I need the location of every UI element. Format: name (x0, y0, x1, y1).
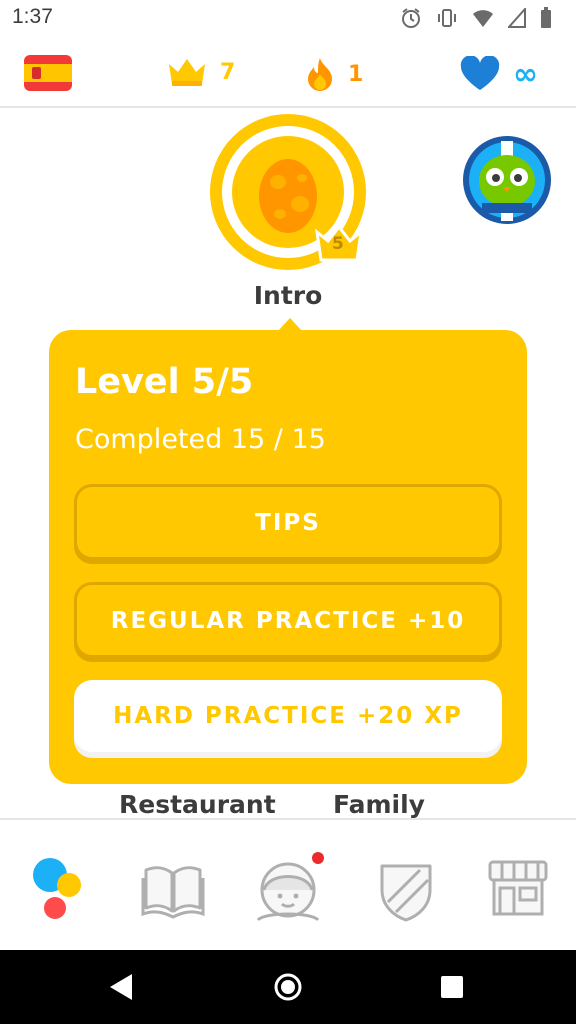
book-icon (141, 866, 205, 919)
owl-icon (463, 136, 551, 224)
hearts-count: ∞ (513, 56, 538, 92)
learn-icon (33, 858, 81, 919)
hearts-counter[interactable]: ∞ (459, 56, 538, 92)
streak-count: 1 (348, 61, 364, 87)
spanish-flag-button[interactable] (24, 55, 72, 91)
nav-profile[interactable] (254, 852, 324, 924)
nav-learn[interactable] (30, 858, 100, 924)
skill-popover: Level 5/5 Completed 15 / 15 TIPS REGULAR… (49, 330, 527, 784)
nav-leagues[interactable] (376, 858, 446, 924)
regular-practice-button[interactable]: REGULAR PRACTICE +10 (74, 582, 502, 658)
heart-icon (460, 56, 500, 90)
level-heading: Level 5/5 (75, 362, 254, 402)
nav-stories[interactable] (140, 858, 210, 924)
nav-shop[interactable] (486, 858, 556, 924)
streak-counter[interactable]: 1 (304, 56, 363, 92)
skill-crown-level: 5 (332, 234, 344, 254)
status-time: 1:37 (12, 5, 53, 28)
profile-icon (256, 862, 320, 922)
skill-node-intro[interactable]: 5 (208, 112, 368, 272)
skill-title: Intro (253, 281, 323, 310)
status-bar: 1:37 (0, 0, 576, 38)
signal-icon (508, 8, 526, 28)
bottom-nav (0, 818, 576, 950)
owl-avatar-button[interactable] (462, 135, 552, 225)
system-nav-bar (0, 950, 576, 1024)
egg-icon (259, 159, 317, 233)
wifi-icon (473, 10, 493, 27)
battery-icon (541, 7, 551, 28)
flame-icon (308, 58, 332, 91)
shop-icon (488, 860, 548, 916)
home-icon[interactable] (273, 972, 303, 1002)
stats-bar: 7 1 ∞ (0, 38, 576, 108)
completed-text: Completed 15 / 15 (75, 424, 326, 455)
vibrate-icon (438, 9, 456, 27)
crowns-count: 7 (220, 59, 236, 85)
shield-icon (380, 864, 432, 922)
notification-dot (312, 852, 324, 864)
skill-title-family[interactable]: Family (333, 790, 425, 819)
crowns-counter[interactable]: 7 (166, 56, 235, 88)
recents-icon[interactable] (440, 975, 464, 999)
hard-practice-button[interactable]: HARD PRACTICE +20 XP (74, 680, 502, 752)
status-icons (400, 7, 552, 29)
skill-title-restaurant[interactable]: Restaurant (119, 790, 276, 819)
alarm-icon (402, 8, 420, 28)
back-icon[interactable] (108, 972, 134, 1002)
tips-button[interactable]: TIPS (74, 484, 502, 560)
crown-icon (169, 59, 205, 86)
